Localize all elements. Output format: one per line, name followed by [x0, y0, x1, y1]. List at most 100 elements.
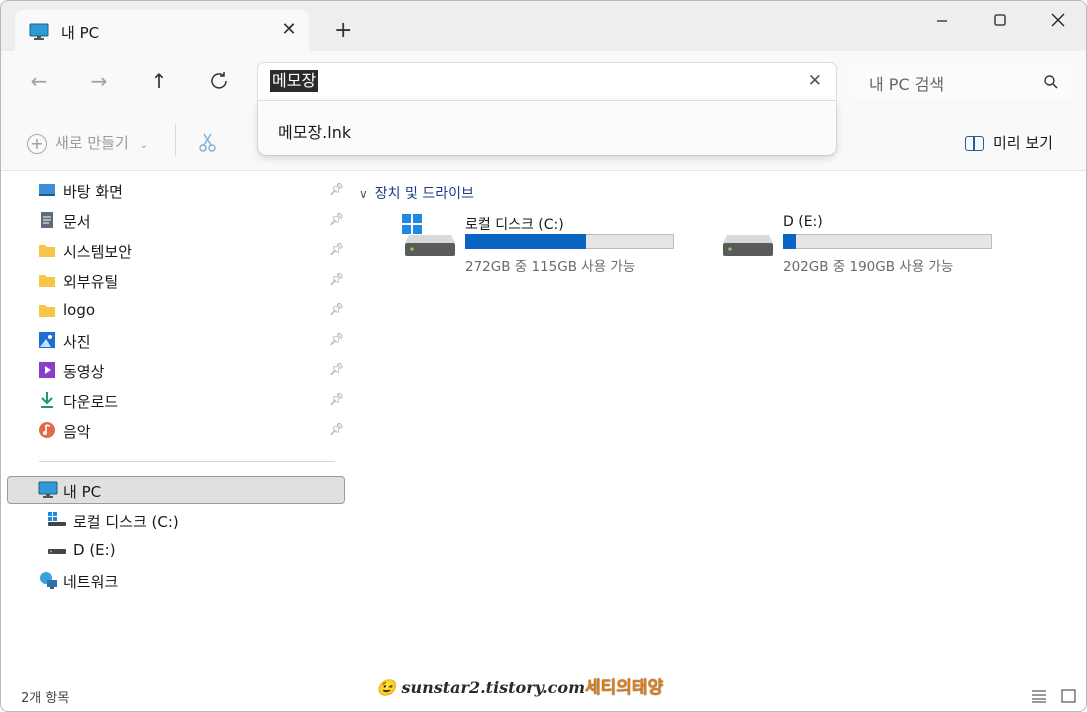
music-icon	[38, 421, 56, 439]
chevron-down-icon: ⌄	[139, 140, 148, 151]
tiles-view-icon[interactable]	[1061, 689, 1077, 703]
plus-icon[interactable]: +	[334, 20, 352, 42]
address-input[interactable]: 메모장 ✕	[258, 63, 836, 102]
watermark-url: sunstar2.tistory.com	[401, 678, 586, 697]
drive-usage-bar	[783, 234, 992, 249]
document-icon	[38, 211, 56, 229]
download-icon	[38, 391, 56, 409]
sidebar-item-this-pc[interactable]: 내 PC	[7, 476, 345, 504]
sidebar-item-documents[interactable]: 문서 📌︎	[7, 206, 345, 234]
pin-icon[interactable]: 📌︎	[329, 272, 344, 286]
sidebar-item-music[interactable]: 음악 📌︎	[7, 416, 345, 444]
sidebar-item-label: 네트워크	[63, 573, 119, 591]
sidebar-item-network[interactable]: 네트워크	[7, 566, 345, 594]
network-icon	[38, 571, 57, 589]
content-pane: ∨ 장치 및 드라이브 로컬 디스크 (C:) 272GB 중 115GB 사용 …	[355, 171, 1085, 671]
new-button-label: 새로 만들기	[55, 134, 129, 152]
maximize-icon[interactable]	[977, 9, 1023, 33]
sidebar-item-videos[interactable]: 동영상 📌︎	[7, 356, 345, 384]
sidebar-item-label: 바탕 화면	[63, 183, 123, 201]
videos-icon	[38, 361, 56, 379]
sidebar-item-label: logo	[63, 301, 96, 319]
pictures-icon	[38, 331, 56, 349]
drive-usage-bar	[465, 234, 674, 249]
sidebar-item-drive-c[interactable]: 로컬 디스크 (C:)	[7, 506, 345, 534]
title-bar: 내 PC ✕ +	[1, 1, 1086, 52]
preview-label: 미리 보기	[993, 134, 1053, 152]
sidebar-item-folder[interactable]: logo 📌︎	[7, 296, 345, 324]
cut-icon[interactable]	[197, 131, 219, 157]
hard-drive-icon	[403, 231, 457, 265]
chevron-down-icon: ∨	[359, 187, 368, 201]
sidebar-item-folder[interactable]: 시스템보안 📌︎	[7, 236, 345, 264]
minimize-icon[interactable]	[919, 9, 965, 33]
drive-tile-c[interactable]: 로컬 디스크 (C:) 272GB 중 115GB 사용 가능	[355, 213, 674, 283]
pin-icon[interactable]: 📌︎	[329, 182, 344, 196]
pin-icon[interactable]: 📌︎	[329, 392, 344, 406]
folder-icon	[38, 241, 56, 259]
item-count: 2개 항목	[21, 691, 70, 706]
refresh-icon[interactable]	[205, 67, 233, 95]
monitor-icon	[29, 23, 49, 45]
group-header[interactable]: ∨ 장치 및 드라이브	[359, 183, 474, 203]
divider	[175, 124, 176, 156]
pin-icon[interactable]: 📌︎	[329, 212, 344, 226]
details-view-icon[interactable]	[1031, 689, 1047, 703]
clear-icon[interactable]: ✕	[808, 71, 822, 91]
tab-this-pc[interactable]: 내 PC ✕	[15, 10, 309, 52]
close-icon[interactable]: ✕	[279, 20, 299, 40]
add-icon: +	[27, 133, 47, 154]
sidebar-item-label: 다운로드	[63, 393, 119, 411]
file-explorer-window: 내 PC ✕ + ← → ↑ 메모장 ✕ 내 PC 검색 + 새로 만들기 ⌄ …	[0, 0, 1087, 712]
arrow-up-icon[interactable]: ↑	[145, 67, 173, 95]
drive-space-info: 202GB 중 190GB 사용 가능	[783, 259, 954, 275]
search-box[interactable]: 내 PC 검색	[849, 63, 1073, 100]
sidebar-item-label: 음악	[63, 423, 91, 441]
group-header-label: 장치 및 드라이브	[374, 186, 474, 202]
pin-icon[interactable]: 📌︎	[329, 242, 344, 256]
tab-label: 내 PC	[61, 24, 100, 42]
sidebar-item-label: 문서	[63, 213, 91, 231]
sidebar-item-label: 외부유틸	[63, 273, 119, 291]
drive-usage-fill	[465, 234, 586, 249]
drive-name: 로컬 디스크 (C:)	[465, 217, 564, 233]
desktop-icon	[38, 181, 56, 199]
sidebar-item-downloads[interactable]: 다운로드 📌︎	[7, 386, 345, 414]
address-suggestion-dropdown: 메모장.lnk	[258, 101, 836, 155]
sidebar-item-drive-e[interactable]: D (E:)	[7, 536, 345, 564]
pin-icon[interactable]: 📌︎	[329, 332, 344, 346]
address-selected-text[interactable]: 메모장	[270, 70, 319, 92]
sidebar-item-label: 로컬 디스크 (C:)	[73, 513, 179, 531]
smiley-icon: 😉	[376, 678, 396, 697]
drive-name: D (E:)	[783, 214, 823, 230]
search-placeholder: 내 PC 검색	[869, 75, 945, 94]
drive-space-info: 272GB 중 115GB 사용 가능	[465, 259, 636, 275]
sidebar-item-label: 동영상	[63, 363, 105, 381]
drive-icon	[47, 541, 66, 559]
sidebar-item-folder[interactable]: 외부유틸 📌︎	[7, 266, 345, 294]
watermark-name: 세티의태양	[585, 678, 664, 698]
pin-icon[interactable]: 📌︎	[329, 422, 344, 436]
arrow-right-icon[interactable]: →	[85, 67, 113, 95]
pin-icon[interactable]: 📌︎	[329, 302, 344, 316]
hard-drive-icon	[721, 231, 775, 265]
sidebar-item-label: 사진	[63, 333, 91, 351]
search-icon[interactable]	[1043, 74, 1059, 94]
drive-usage-fill	[783, 234, 796, 249]
sidebar-item-label: 내 PC	[63, 483, 102, 501]
sidebar-item-desktop[interactable]: 바탕 화면 📌︎	[7, 176, 345, 204]
pin-icon[interactable]: 📌︎	[329, 362, 344, 376]
watermark: 😉 sunstar2.tistory.com세티의태양	[376, 673, 663, 698]
new-button[interactable]: + 새로 만들기 ⌄	[27, 132, 148, 154]
sidebar-item-label: 시스템보안	[63, 243, 133, 261]
arrow-left-icon[interactable]: ←	[25, 67, 53, 95]
preview-pane-button[interactable]: 미리 보기	[965, 132, 1053, 153]
monitor-icon	[38, 481, 58, 499]
drive-tile-e[interactable]: D (E:) 202GB 중 190GB 사용 가능	[673, 213, 992, 283]
suggestion-item[interactable]: 메모장.lnk	[278, 119, 351, 143]
folder-icon	[38, 271, 56, 289]
sidebar-item-pictures[interactable]: 사진 📌︎	[7, 326, 345, 354]
sidebar-divider	[39, 461, 335, 462]
navigation-pane: 바탕 화면 📌︎ 문서 📌︎ 시스템보안 📌︎ 외부유틸 📌︎ logo 📌︎ …	[1, 171, 351, 671]
close-window-icon[interactable]	[1035, 9, 1081, 33]
